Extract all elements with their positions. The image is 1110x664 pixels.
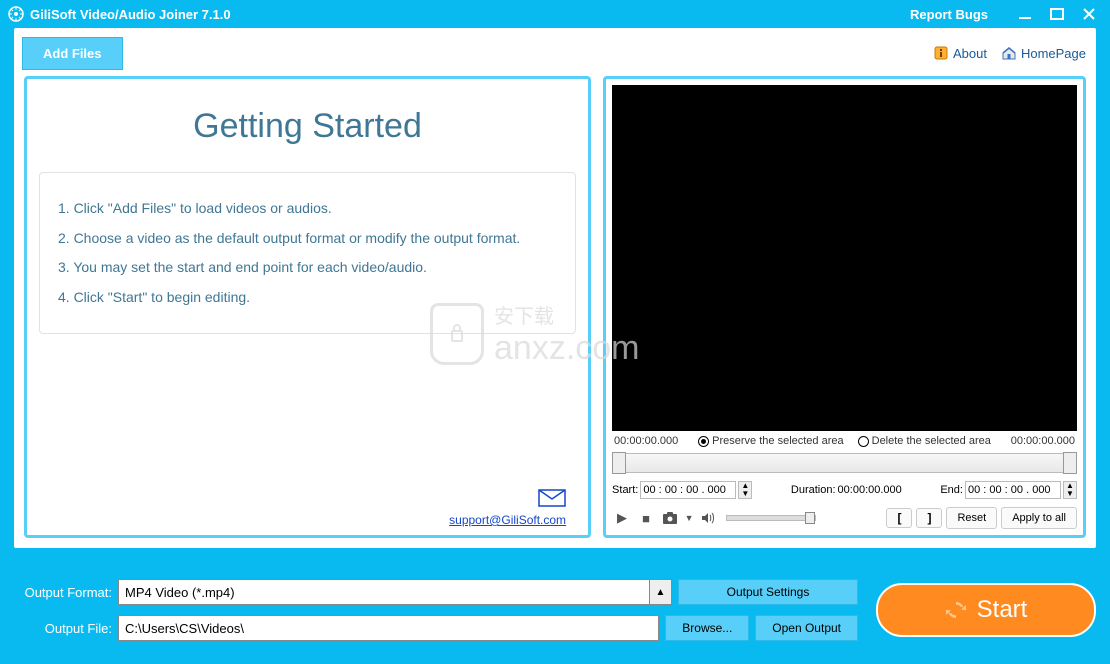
output-file-label: Output File: <box>14 621 112 636</box>
minimize-button[interactable] <box>1012 5 1038 23</box>
mark-in-button[interactable]: [ <box>886 508 912 528</box>
start-button[interactable]: Start <box>876 583 1096 637</box>
homepage-link[interactable]: HomePage <box>1001 45 1086 61</box>
open-output-button[interactable]: Open Output <box>755 615 858 641</box>
duration-value: 00:00:00.000 <box>838 484 902 496</box>
start-spinner[interactable]: ▲▼ <box>738 481 752 499</box>
app-icon <box>8 6 24 22</box>
preserve-label: Preserve the selected area <box>712 435 843 447</box>
end-time-input[interactable] <box>965 481 1061 499</box>
bottom-bar: Output Format: ▲ Output Settings Output … <box>14 566 1096 654</box>
sync-icon <box>945 599 967 621</box>
start-end-row: Start: ▲▼ Duration: 00:00:00.000 End: ▲▼ <box>612 477 1077 503</box>
start-time-input[interactable] <box>640 481 736 499</box>
delete-radio[interactable]: Delete the selected area <box>858 435 991 447</box>
volume-thumb[interactable] <box>805 512 815 524</box>
getting-started-title: Getting Started <box>39 107 576 146</box>
playback-controls: ▶ ■ ▼ [ ] Reset Apply to all <box>612 503 1077 529</box>
homepage-label: HomePage <box>1021 46 1086 61</box>
apply-all-button[interactable]: Apply to all <box>1001 507 1077 529</box>
support-block: support@GiliSoft.com <box>39 483 576 529</box>
close-button[interactable] <box>1076 5 1102 23</box>
output-file-input[interactable] <box>118 615 659 641</box>
content-area: Add Files About HomePage Getting Started… <box>14 28 1096 548</box>
about-icon <box>933 45 949 61</box>
getting-started-pane: Getting Started 1. Click "Add Files" to … <box>24 76 591 538</box>
reset-button[interactable]: Reset <box>946 507 997 529</box>
end-spinner[interactable]: ▲▼ <box>1063 481 1077 499</box>
start-label: Start: <box>612 484 638 496</box>
step-3: 3. You may set the start and end point f… <box>58 258 557 278</box>
time-row: 00:00:00.000 Preserve the selected area … <box>612 431 1077 451</box>
time-total: 00:00:00.000 <box>1011 435 1075 447</box>
snapshot-menu[interactable]: ▼ <box>684 508 694 528</box>
step-4: 4. Click "Start" to begin editing. <box>58 288 557 308</box>
start-label: Start <box>977 596 1028 624</box>
duration-label: Duration: <box>791 484 836 496</box>
step-1: 1. Click "Add Files" to load videos or a… <box>58 199 557 219</box>
snapshot-button[interactable] <box>660 508 680 528</box>
preserve-radio[interactable]: Preserve the selected area <box>698 435 843 447</box>
trim-handle-start[interactable] <box>612 452 626 474</box>
radio-unchecked-icon <box>858 436 869 447</box>
app-title: GiliSoft Video/Audio Joiner 7.1.0 <box>30 7 231 22</box>
toolbar: Add Files About HomePage <box>14 28 1096 72</box>
volume-button[interactable] <box>698 508 718 528</box>
envelope-icon <box>538 489 566 513</box>
output-format-label: Output Format: <box>14 585 112 600</box>
browse-button[interactable]: Browse... <box>665 615 749 641</box>
step-2: 2. Choose a video as the default output … <box>58 229 557 249</box>
output-format-dropdown-icon[interactable]: ▲ <box>650 579 672 605</box>
delete-label: Delete the selected area <box>872 435 991 447</box>
time-current: 00:00:00.000 <box>614 435 678 447</box>
radio-checked-icon <box>698 436 709 447</box>
maximize-button[interactable] <box>1044 5 1070 23</box>
about-link[interactable]: About <box>933 45 987 61</box>
output-settings-button[interactable]: Output Settings <box>678 579 858 605</box>
add-files-button[interactable]: Add Files <box>22 37 123 70</box>
end-label: End: <box>940 484 963 496</box>
about-label: About <box>953 46 987 61</box>
stop-button[interactable]: ■ <box>636 508 656 528</box>
trim-handle-end[interactable] <box>1063 452 1077 474</box>
support-email-link[interactable]: support@GiliSoft.com <box>49 513 566 527</box>
play-button[interactable]: ▶ <box>612 508 632 528</box>
output-format-combo[interactable] <box>118 579 650 605</box>
home-icon <box>1001 45 1017 61</box>
instructions-box: 1. Click "Add Files" to load videos or a… <box>39 172 576 334</box>
mark-out-button[interactable]: ] <box>916 508 942 528</box>
video-preview[interactable] <box>612 85 1077 431</box>
preview-pane: 00:00:00.000 Preserve the selected area … <box>603 76 1086 538</box>
trim-slider[interactable] <box>612 453 1077 473</box>
volume-slider[interactable] <box>726 515 816 521</box>
report-bugs-link[interactable]: Report Bugs <box>910 7 988 22</box>
titlebar: GiliSoft Video/Audio Joiner 7.1.0 Report… <box>0 0 1110 28</box>
